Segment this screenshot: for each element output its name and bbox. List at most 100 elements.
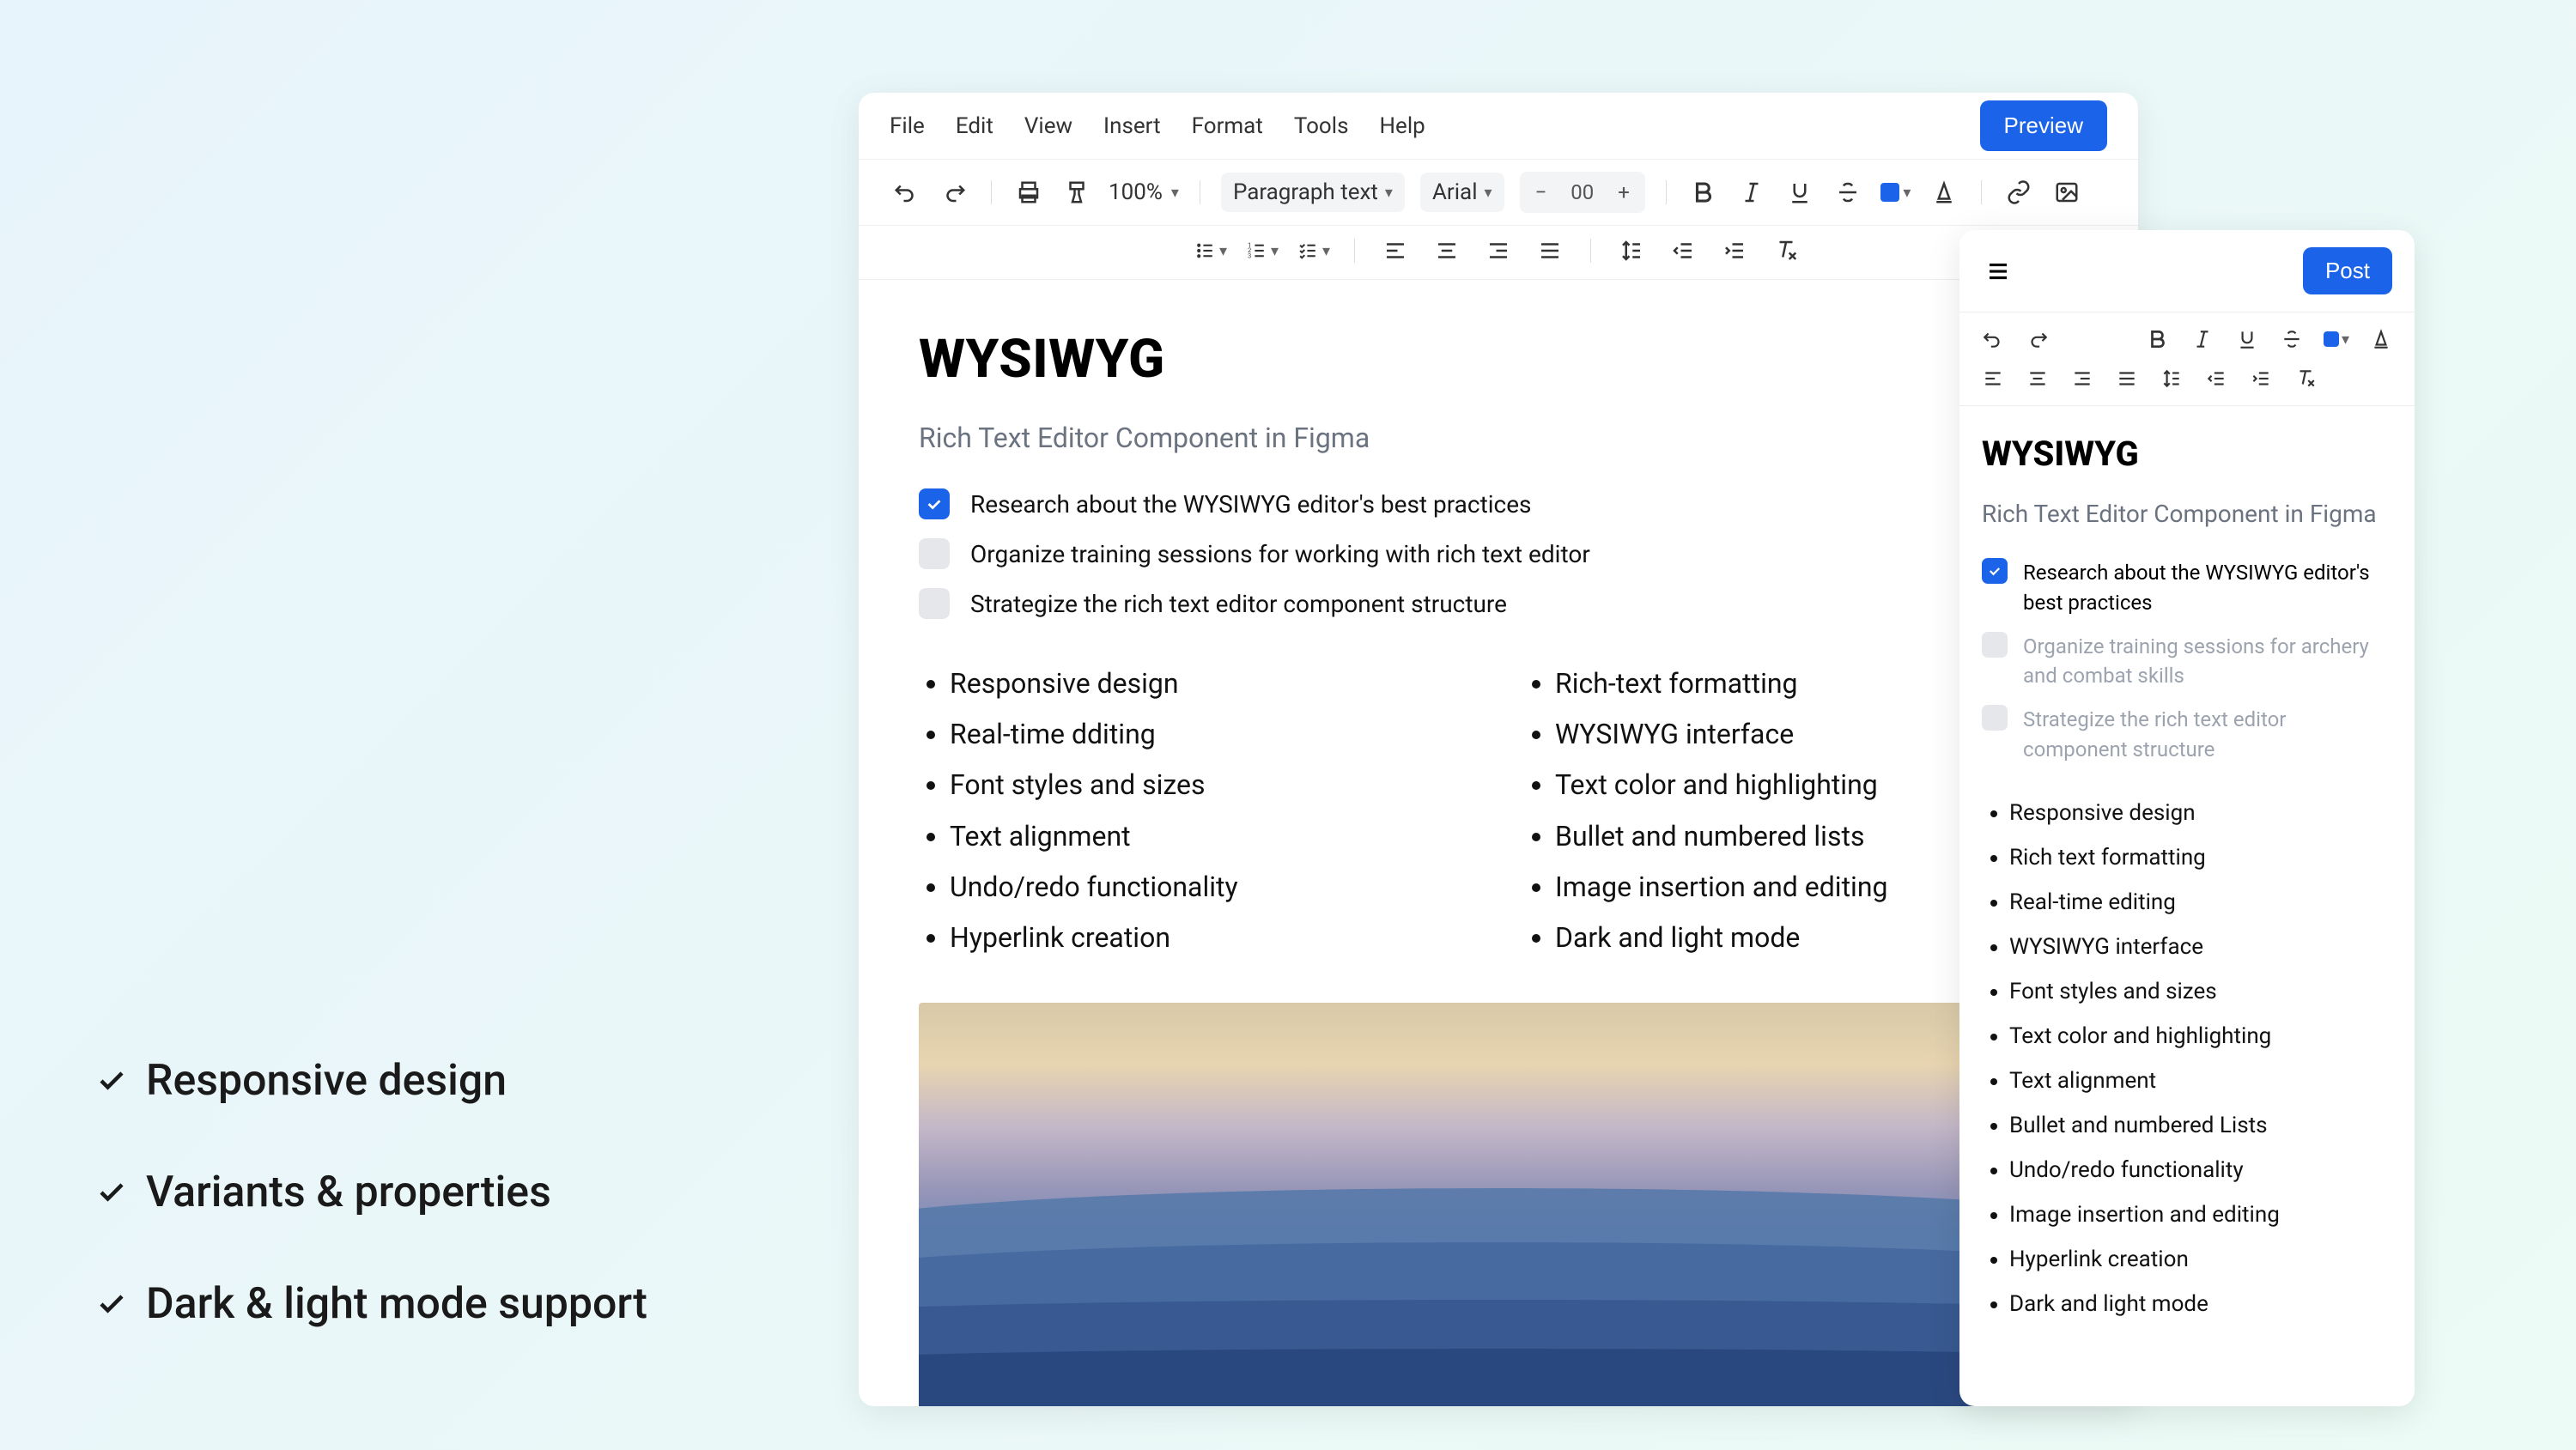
menu-file[interactable]: File bbox=[890, 113, 925, 139]
color-swatch bbox=[2324, 331, 2339, 347]
bullet-list-icon[interactable]: ▾ bbox=[1194, 234, 1227, 267]
align-center-icon[interactable] bbox=[1431, 234, 1463, 267]
italic-icon[interactable] bbox=[1735, 176, 1768, 209]
align-right-icon[interactable] bbox=[1482, 234, 1515, 267]
checklist-item[interactable]: Research about the WYSIWYG editor's best… bbox=[919, 488, 2078, 519]
font-selector[interactable]: Arial ▾ bbox=[1420, 173, 1504, 212]
undo-icon[interactable] bbox=[890, 176, 922, 209]
text-color-icon[interactable] bbox=[2366, 325, 2396, 354]
checkbox[interactable] bbox=[1982, 705, 2008, 731]
mobile-header: Post bbox=[1959, 230, 2415, 312]
checklist-item[interactable]: Strategize the rich text editor componen… bbox=[919, 588, 2078, 619]
align-justify-icon[interactable] bbox=[1534, 234, 1566, 267]
checklist-label: Organize training sessions for archery a… bbox=[2023, 632, 2392, 692]
italic-icon[interactable] bbox=[2188, 325, 2217, 354]
checkbox[interactable] bbox=[919, 488, 950, 519]
redo-icon[interactable] bbox=[2023, 325, 2052, 354]
align-right-icon[interactable] bbox=[2068, 364, 2097, 393]
print-icon[interactable] bbox=[1012, 176, 1045, 209]
chevron-down-icon: ▾ bbox=[1485, 184, 1492, 202]
strikethrough-icon[interactable] bbox=[1832, 176, 1864, 209]
check-icon bbox=[96, 1177, 127, 1208]
inserted-image[interactable] bbox=[919, 1003, 2078, 1406]
clear-formatting-icon[interactable] bbox=[1770, 234, 1802, 267]
indent-icon[interactable] bbox=[2246, 364, 2275, 393]
font-size-stepper[interactable]: − 00 + bbox=[1520, 172, 1645, 213]
highlight-color-picker[interactable]: ▾ bbox=[2322, 325, 2351, 354]
zoom-selector[interactable]: 100% ▾ bbox=[1109, 179, 1179, 205]
color-swatch bbox=[1880, 183, 1899, 202]
menu-insert[interactable]: Insert bbox=[1103, 113, 1161, 139]
align-center-icon[interactable] bbox=[2023, 364, 2052, 393]
checkbox[interactable] bbox=[919, 538, 950, 569]
align-left-icon[interactable] bbox=[1379, 234, 1412, 267]
checklist-item[interactable]: Organize training sessions for working w… bbox=[919, 538, 2078, 569]
feature-list: Responsive design Variants & properties … bbox=[96, 1056, 647, 1329]
undo-icon[interactable] bbox=[1978, 325, 2008, 354]
image-icon[interactable] bbox=[2050, 176, 2083, 209]
list-item: Dark and light mode bbox=[2009, 1282, 2392, 1326]
checkbox[interactable] bbox=[919, 588, 950, 619]
plus-icon[interactable]: + bbox=[1606, 175, 1642, 209]
chevron-down-icon: ▾ bbox=[1271, 242, 1279, 260]
hamburger-icon[interactable] bbox=[1982, 255, 2014, 288]
menu-format[interactable]: Format bbox=[1192, 113, 1263, 139]
checkbox[interactable] bbox=[1982, 558, 2008, 584]
paragraph-style-selector[interactable]: Paragraph text ▾ bbox=[1221, 173, 1405, 212]
highlight-color-picker[interactable]: ▾ bbox=[1880, 176, 1912, 209]
column-left: Responsive designReal-time dditingFont s… bbox=[919, 658, 1473, 963]
chevron-down-icon: ▾ bbox=[1903, 184, 1911, 202]
bold-icon[interactable] bbox=[1687, 176, 1720, 209]
mobile-bullet-list: Responsive designRich text formattingRea… bbox=[1982, 791, 2392, 1326]
separator bbox=[991, 180, 992, 204]
list-item: Responsive design bbox=[950, 658, 1473, 709]
list-item: Undo/redo functionality bbox=[2009, 1148, 2392, 1192]
document-body[interactable]: WYSIWYG Rich Text Editor Component in Fi… bbox=[859, 280, 2138, 1406]
outdent-icon[interactable] bbox=[2202, 364, 2231, 393]
align-left-icon[interactable] bbox=[1978, 364, 2008, 393]
checklist-label: Research about the WYSIWYG editor's best… bbox=[2023, 558, 2392, 618]
style-label: Paragraph text bbox=[1233, 179, 1378, 205]
menu-view[interactable]: View bbox=[1024, 113, 1072, 139]
checklist-label: Strategize the rich text editor componen… bbox=[2023, 705, 2392, 765]
checklist-item[interactable]: Organize training sessions for archery a… bbox=[1982, 632, 2392, 692]
preview-button[interactable]: Preview bbox=[1980, 100, 2107, 151]
checklist-item[interactable]: Strategize the rich text editor componen… bbox=[1982, 705, 2392, 765]
minus-icon[interactable]: − bbox=[1523, 175, 1559, 209]
indent-icon[interactable] bbox=[1718, 234, 1751, 267]
line-spacing-icon[interactable] bbox=[2157, 364, 2186, 393]
checklist-item[interactable]: Research about the WYSIWYG editor's best… bbox=[1982, 558, 2392, 618]
bold-icon[interactable] bbox=[2143, 325, 2172, 354]
checkbox[interactable] bbox=[1982, 632, 2008, 658]
align-justify-icon[interactable] bbox=[2112, 364, 2142, 393]
menu-edit[interactable]: Edit bbox=[956, 113, 993, 139]
menu-help[interactable]: Help bbox=[1380, 113, 1425, 139]
text-color-icon[interactable] bbox=[1928, 176, 1960, 209]
list-item: Text alignment bbox=[2009, 1059, 2392, 1103]
numbered-list-icon[interactable]: 123▾ bbox=[1246, 234, 1279, 267]
link-icon[interactable] bbox=[2002, 176, 2035, 209]
list-item: Bullet and numbered Lists bbox=[2009, 1103, 2392, 1148]
chevron-down-icon: ▾ bbox=[1322, 242, 1330, 260]
list-item: WYSIWYG interface bbox=[2009, 925, 2392, 969]
format-painter-icon[interactable] bbox=[1060, 176, 1093, 209]
two-column-list: Responsive designReal-time dditingFont s… bbox=[919, 658, 2078, 963]
clear-formatting-icon[interactable] bbox=[2291, 364, 2320, 393]
feature-item: Variants & properties bbox=[96, 1168, 647, 1217]
list-item: Font styles and sizes bbox=[950, 760, 1473, 810]
outdent-icon[interactable] bbox=[1667, 234, 1699, 267]
post-button[interactable]: Post bbox=[2303, 247, 2392, 294]
redo-icon[interactable] bbox=[938, 176, 970, 209]
mobile-document-body[interactable]: WYSIWYG Rich Text Editor Component in Fi… bbox=[1959, 406, 2415, 1354]
menu-tools[interactable]: Tools bbox=[1294, 113, 1349, 139]
checklist-icon[interactable]: ▾ bbox=[1297, 234, 1330, 267]
line-spacing-icon[interactable] bbox=[1615, 234, 1648, 267]
underline-icon[interactable] bbox=[1783, 176, 1816, 209]
list-item: Text color and highlighting bbox=[2009, 1014, 2392, 1059]
chevron-down-icon: ▾ bbox=[1219, 242, 1227, 260]
underline-icon[interactable] bbox=[2233, 325, 2262, 354]
toolbar-row-1: 100% ▾ Paragraph text ▾ Arial ▾ − 00 + ▾ bbox=[859, 160, 2138, 226]
strikethrough-icon[interactable] bbox=[2277, 325, 2306, 354]
doc-title: WYSIWYG bbox=[919, 328, 2078, 391]
list-item: Responsive design bbox=[2009, 791, 2392, 835]
